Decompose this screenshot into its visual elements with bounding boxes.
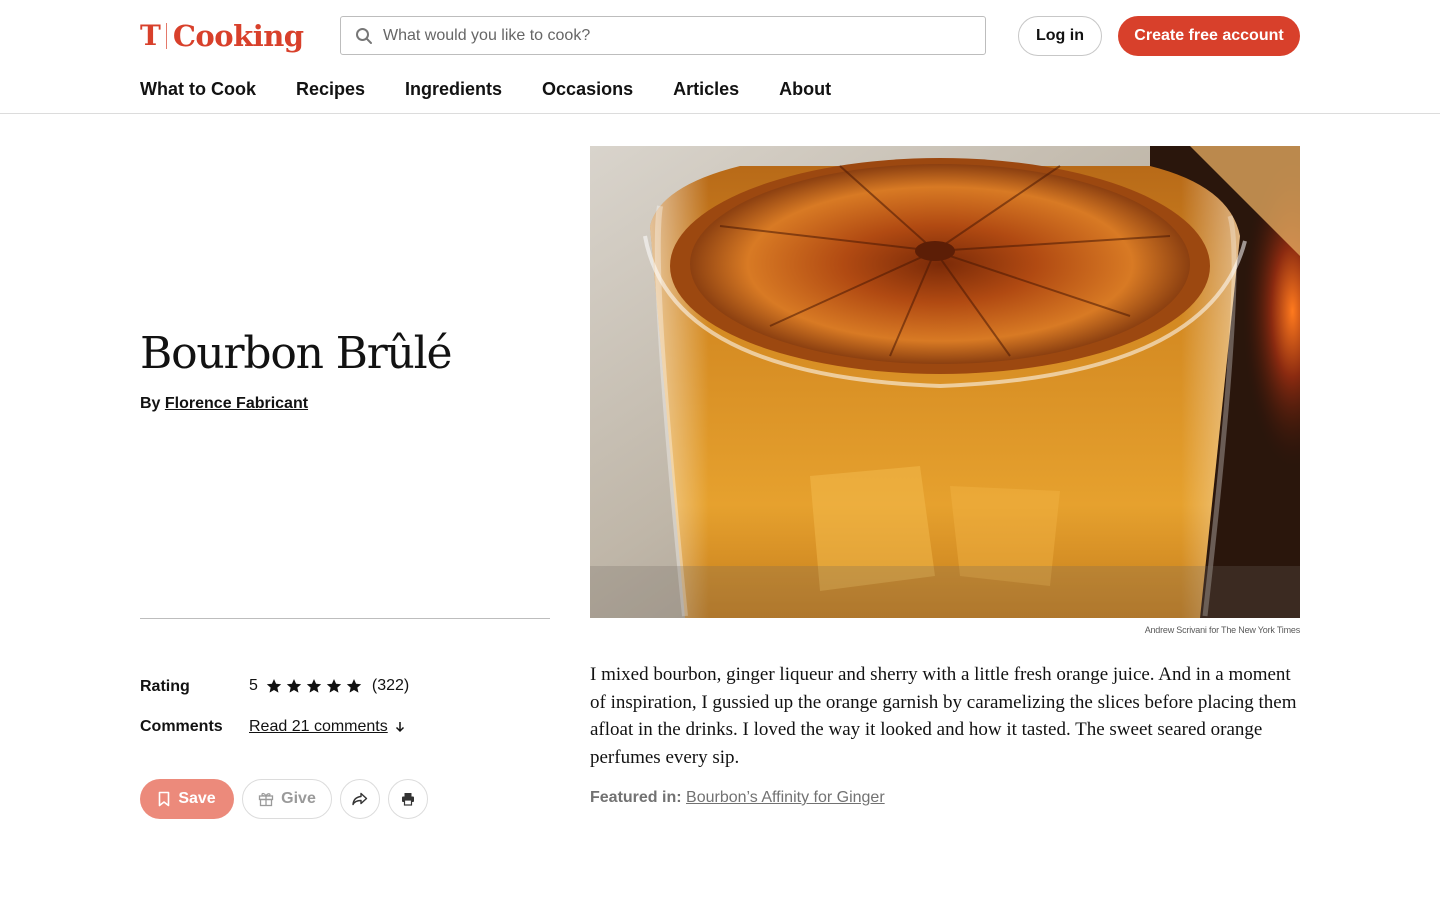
share-button[interactable] bbox=[340, 779, 380, 819]
author-link[interactable]: Florence Fabricant bbox=[165, 395, 308, 412]
rating-stars bbox=[266, 678, 362, 694]
rating-value: 5 bbox=[249, 677, 258, 694]
nav-item-what-to-cook[interactable]: What to Cook bbox=[140, 78, 256, 100]
site-header: T Cooking Log in Create free account Wha… bbox=[0, 0, 1440, 114]
give-label: Give bbox=[281, 790, 316, 807]
photo-credit: Andrew Scrivani for The New York Times bbox=[1144, 625, 1301, 635]
nav-item-occasions[interactable]: Occasions bbox=[542, 78, 633, 100]
nav-item-articles[interactable]: Articles bbox=[673, 78, 739, 100]
search-icon bbox=[356, 27, 372, 44]
featured-link[interactable]: Bourbon’s Affinity for Ginger bbox=[686, 789, 885, 806]
logo-divider bbox=[165, 23, 167, 49]
print-button[interactable] bbox=[388, 779, 428, 819]
nav-item-recipes[interactable]: Recipes bbox=[296, 78, 365, 100]
featured-in: Featured in: Bourbon’s Affinity for Ging… bbox=[590, 788, 885, 808]
nyt-logo-mark: T bbox=[140, 19, 161, 52]
read-comments-text: Read 21 comments bbox=[249, 718, 388, 735]
recipe-title: Bourbon Brûlé bbox=[140, 328, 453, 379]
star-icon bbox=[346, 679, 362, 693]
search-input[interactable] bbox=[383, 26, 985, 45]
cooking-wordmark: Cooking bbox=[172, 18, 304, 53]
gift-icon bbox=[259, 792, 274, 807]
login-button[interactable]: Log in bbox=[1018, 16, 1102, 56]
rating-count: (322) bbox=[371, 677, 410, 694]
search-bar[interactable] bbox=[340, 16, 986, 55]
recipe-photo bbox=[590, 146, 1300, 618]
star-icon bbox=[306, 679, 322, 693]
cocktail-photo-image bbox=[590, 146, 1300, 618]
bookmark-icon bbox=[159, 791, 170, 807]
recipe-byline: By Florence Fabricant bbox=[140, 394, 308, 414]
recipe-description: I mixed bourbon, ginger liqueur and sher… bbox=[590, 664, 1297, 768]
rating-display[interactable]: 5 (322) bbox=[249, 676, 409, 696]
create-account-button[interactable]: Create free account bbox=[1118, 16, 1300, 56]
comments-label: Comments bbox=[140, 718, 223, 735]
star-icon bbox=[326, 679, 342, 693]
cooking-logo[interactable]: T Cooking bbox=[140, 18, 304, 54]
save-button[interactable]: Save bbox=[140, 779, 234, 819]
give-button[interactable]: Give bbox=[242, 779, 332, 819]
nav-item-about[interactable]: About bbox=[779, 78, 831, 100]
down-arrow-icon bbox=[395, 722, 404, 733]
star-icon bbox=[286, 679, 302, 693]
section-divider bbox=[140, 618, 550, 619]
star-icon bbox=[266, 679, 282, 693]
save-label: Save bbox=[178, 790, 216, 807]
print-icon bbox=[402, 793, 414, 806]
byline-prefix: By bbox=[140, 395, 161, 412]
rating-label: Rating bbox=[140, 678, 190, 695]
share-icon bbox=[352, 792, 368, 806]
read-comments-link[interactable]: Read 21 comments bbox=[249, 717, 406, 737]
featured-label: Featured in: bbox=[590, 789, 682, 806]
main-nav: What to Cook Recipes Ingredients Occasio… bbox=[140, 78, 871, 100]
nav-item-ingredients[interactable]: Ingredients bbox=[405, 78, 502, 100]
